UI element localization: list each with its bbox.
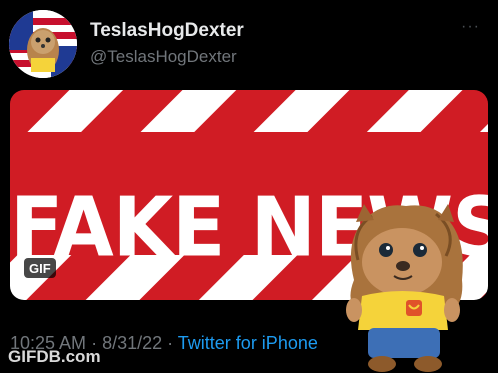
hedgehog-mascot-icon [346, 204, 463, 372]
gif-badge: GIF [24, 258, 56, 278]
avatar[interactable] [9, 10, 77, 78]
tweet-date[interactable]: 8/31/22 [102, 333, 162, 353]
meta-separator: · [162, 333, 178, 353]
gifdb-watermark: GIFDB.com [8, 347, 101, 366]
display-name[interactable]: TeslasHogDexter [90, 20, 244, 42]
hedgehog-avatar-icon [9, 10, 77, 78]
tweet-source-link[interactable]: Twitter for iPhone [178, 333, 318, 353]
tweet-header: TeslasHogDexter @TeslasHogDexter ··· [0, 0, 498, 90]
user-handle[interactable]: @TeslasHogDexter [90, 47, 237, 67]
more-options-icon[interactable]: ··· [461, 18, 480, 36]
